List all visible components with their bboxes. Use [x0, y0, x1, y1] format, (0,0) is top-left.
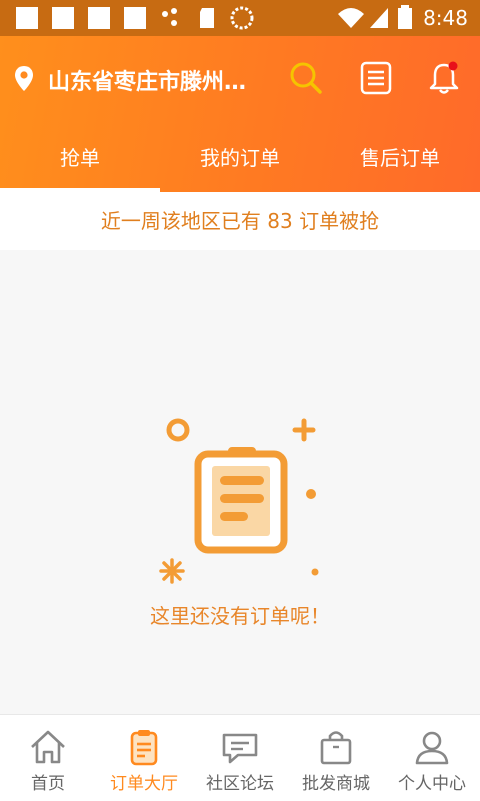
location-pin-icon[interactable] — [12, 64, 36, 94]
orders-grabbed-notice: 近一周该地区已有 83 订单被抢 — [0, 192, 480, 250]
home-icon — [31, 730, 65, 764]
clipboard-icon — [194, 447, 288, 554]
tab-after-sale-orders[interactable]: 售后订单 — [320, 136, 480, 192]
user-icon — [415, 731, 449, 765]
bell-icon[interactable] — [426, 60, 462, 96]
empty-orders-illustration — [159, 418, 319, 584]
nav-wholesale-mall[interactable]: 批发商城 — [288, 715, 384, 801]
nav-label: 社区论坛 — [206, 774, 274, 794]
nav-home[interactable]: 首页 — [0, 715, 96, 801]
tab-my-orders[interactable]: 我的订单 — [160, 136, 320, 192]
circle-decoration — [166, 418, 190, 442]
bottom-nav: 首页 订单大厅 社区论坛 批发商城 个人中心 — [0, 714, 480, 801]
status-bar: 8:48 — [0, 0, 480, 36]
dot-decoration — [306, 489, 316, 499]
sparkle-decoration — [159, 558, 185, 584]
nav-label: 批发商城 — [302, 774, 370, 794]
shopping-bag-icon — [320, 731, 352, 765]
plus-decoration — [292, 418, 316, 442]
location-selector[interactable]: 山东省枣庄市滕州… — [48, 64, 268, 96]
signal-icon — [370, 8, 388, 28]
battery-icon — [398, 5, 412, 29]
chat-icon — [222, 733, 258, 764]
notification-icon — [88, 7, 110, 29]
nav-label: 订单大厅 — [110, 774, 178, 794]
status-time: 8:48 — [423, 6, 468, 30]
sync-icon — [230, 6, 254, 30]
notification-icon — [52, 7, 74, 29]
search-icon[interactable] — [288, 60, 324, 96]
empty-state-message: 这里还没有订单呢！ — [150, 604, 330, 628]
notification-icon — [124, 7, 146, 29]
clipboard-icon — [130, 730, 158, 766]
notification-dot — [448, 61, 458, 71]
tab-grab-order[interactable]: 抢单 — [0, 136, 160, 192]
notification-icon — [16, 7, 38, 29]
dots-icon — [162, 8, 177, 26]
nav-label: 个人中心 — [398, 774, 466, 794]
dot-decoration — [311, 568, 319, 576]
header: 山东省枣庄市滕州… 抢单 我的订单 售后订单 — [0, 36, 480, 192]
order-tabs: 抢单 我的订单 售后订单 — [0, 136, 480, 192]
list-icon[interactable] — [358, 60, 394, 96]
sd-card-icon — [200, 8, 214, 28]
nav-personal-center[interactable]: 个人中心 — [384, 715, 480, 801]
nav-order-hall[interactable]: 订单大厅 — [96, 715, 192, 801]
nav-community-forum[interactable]: 社区论坛 — [192, 715, 288, 801]
wifi-icon — [338, 8, 364, 28]
nav-label: 首页 — [31, 774, 65, 794]
